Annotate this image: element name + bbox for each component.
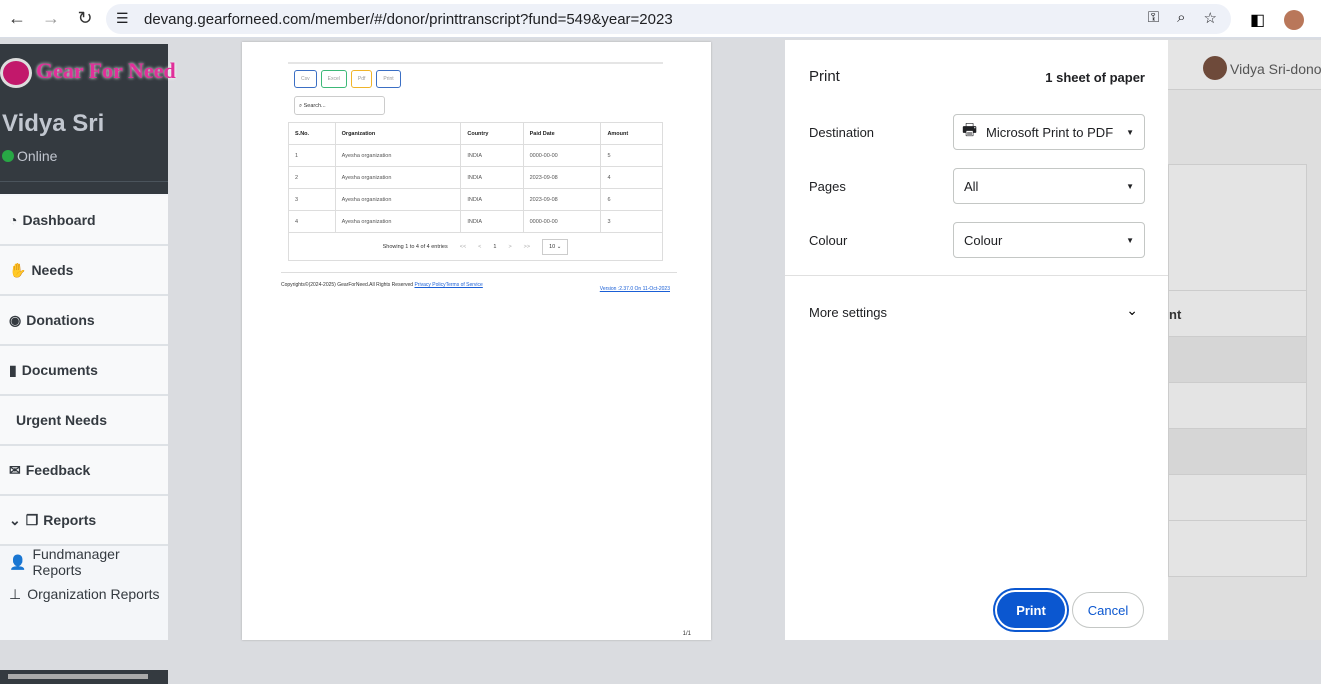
user-name: Vidya Sri [2, 110, 105, 137]
table-row: 2 Ayesha organization INDIA 2023-09-08 4 [288, 166, 663, 189]
reload-icon[interactable]: ↻ [68, 8, 102, 29]
sidebar-item-feedback[interactable]: ✉ Feedback [0, 446, 168, 496]
file-icon: ▮ [9, 361, 17, 378]
sidebar-subitem-organization-reports[interactable]: ⊥ Organization Reports [0, 578, 168, 610]
user-icon: 👤 [9, 553, 27, 570]
table-row: 1 Ayesha organization INDIA 0000-00-00 5 [288, 144, 663, 167]
sidebar-item-documents[interactable]: ▮ Documents [0, 346, 168, 396]
hand-holding-icon: ✋ [9, 261, 27, 278]
sidebar-item-urgent-needs[interactable]: Urgent Needs [0, 396, 168, 446]
pagination: Showing 1 to 4 of 4 entries << <1 > >> 10 ⌄ [288, 233, 663, 261]
chevron-down-icon: ⌄ [9, 511, 21, 528]
page-number: 1/1 [682, 631, 691, 637]
browser-toolbar: ← → ↻ ☰ devang.gearforneed.com/member/#/… [0, 0, 1321, 38]
site-info-icon[interactable]: ☰ [116, 10, 129, 27]
back-icon[interactable]: ← [0, 8, 34, 29]
table-row: 3 Ayesha organization INDIA 2023-09-08 6 [288, 188, 663, 211]
sidebar-item-needs[interactable]: ✋ Needs [0, 246, 168, 296]
search-input: ⌕ Search... [294, 96, 385, 115]
key-icon[interactable]: ⚿ [1148, 9, 1159, 27]
user-menu: Vidya Sri-donor [1230, 61, 1321, 77]
colour-select[interactable]: Colour ▼ [953, 222, 1145, 258]
donation-icon: ◉ [9, 311, 22, 328]
copy-icon: ❐ [25, 511, 39, 528]
transcript-table: S.No. Organization Country Paid Date Amount … [288, 122, 663, 233]
zoom-icon[interactable]: ⌕ [1177, 9, 1185, 27]
pages-select[interactable]: All ▼ [953, 168, 1145, 204]
user-avatar [1203, 56, 1227, 80]
url-text: devang.gearforneed.com/member/#/donor/pr… [144, 10, 673, 28]
chevron-down-icon[interactable]: ⌄ [1126, 302, 1138, 319]
page-footer: Copyrights©(2024-2025) GearForNeed.All R… [281, 272, 677, 292]
print-title: Print [809, 68, 840, 85]
profile-avatar[interactable] [1284, 10, 1304, 30]
destination-label: Destination [809, 125, 875, 140]
side-panel-icon[interactable]: ◧ [1250, 10, 1265, 30]
table-header: S.No. Organization Country Paid Date Amount [288, 122, 663, 145]
printer-icon: 🖶 [962, 121, 978, 139]
pages-label: Pages [809, 179, 846, 194]
online-status: Online [2, 148, 57, 164]
logo[interactable]: Gear For Need [0, 58, 176, 88]
print-dialog: Print 1 sheet of paper Destination 🖶 Micr… [785, 40, 1168, 640]
column-header: nt [1169, 291, 1306, 337]
sitemap-icon: ⊥ [9, 585, 22, 602]
sidebar-scrollbar[interactable] [0, 670, 168, 684]
colour-label: Colour [809, 233, 848, 248]
address-bar[interactable]: ☰ devang.gearforneed.com/member/#/donor/… [106, 4, 1231, 34]
sidebar-item-reports[interactable]: ⌄ ❐ Reports [0, 496, 168, 546]
more-settings[interactable]: More settings [809, 305, 887, 320]
destination-select[interactable]: 🖶 Microsoft Print to PDF ▼ [953, 114, 1145, 150]
dropdown-arrow-icon: ▼ [1126, 127, 1134, 137]
sidebar-subitem-fundmanager-reports[interactable]: 👤 Fundmanager Reports [0, 546, 168, 578]
sidebar-item-donations[interactable]: ◉ Donations [0, 296, 168, 346]
envelope-icon: ✉ [9, 461, 21, 478]
cancel-button[interactable]: Cancel [1072, 592, 1144, 628]
sidebar-item-dashboard[interactable]: ◔ Dashboard [0, 196, 168, 246]
star-icon[interactable]: ☆ [1204, 9, 1217, 27]
background-app: Vidya Sri-donor nt [1168, 40, 1321, 640]
status-dot-icon [2, 150, 14, 162]
dropdown-arrow-icon: ▼ [1126, 181, 1134, 191]
print-preview-page: Csv Excel Pdf Print ⌕ Search... S.No. Org… [242, 42, 711, 640]
sheet-count: 1 sheet of paper [1045, 70, 1145, 85]
chart-pie-icon: ◔ [9, 212, 18, 228]
table-row: 4 Ayesha organization INDIA 0000-00-00 3 [288, 210, 663, 233]
sidebar: Gear For Need Vidya Sri Online ◔ Dashboar… [0, 44, 176, 684]
excel-button: Excel [320, 70, 347, 88]
csv-button: Csv [294, 70, 317, 88]
print-button-preview: Print [376, 70, 401, 88]
pdf-button: Pdf [350, 70, 373, 88]
print-button[interactable]: Print [997, 592, 1065, 628]
dropdown-arrow-icon: ▼ [1126, 235, 1134, 245]
forward-icon[interactable]: → [34, 8, 68, 29]
